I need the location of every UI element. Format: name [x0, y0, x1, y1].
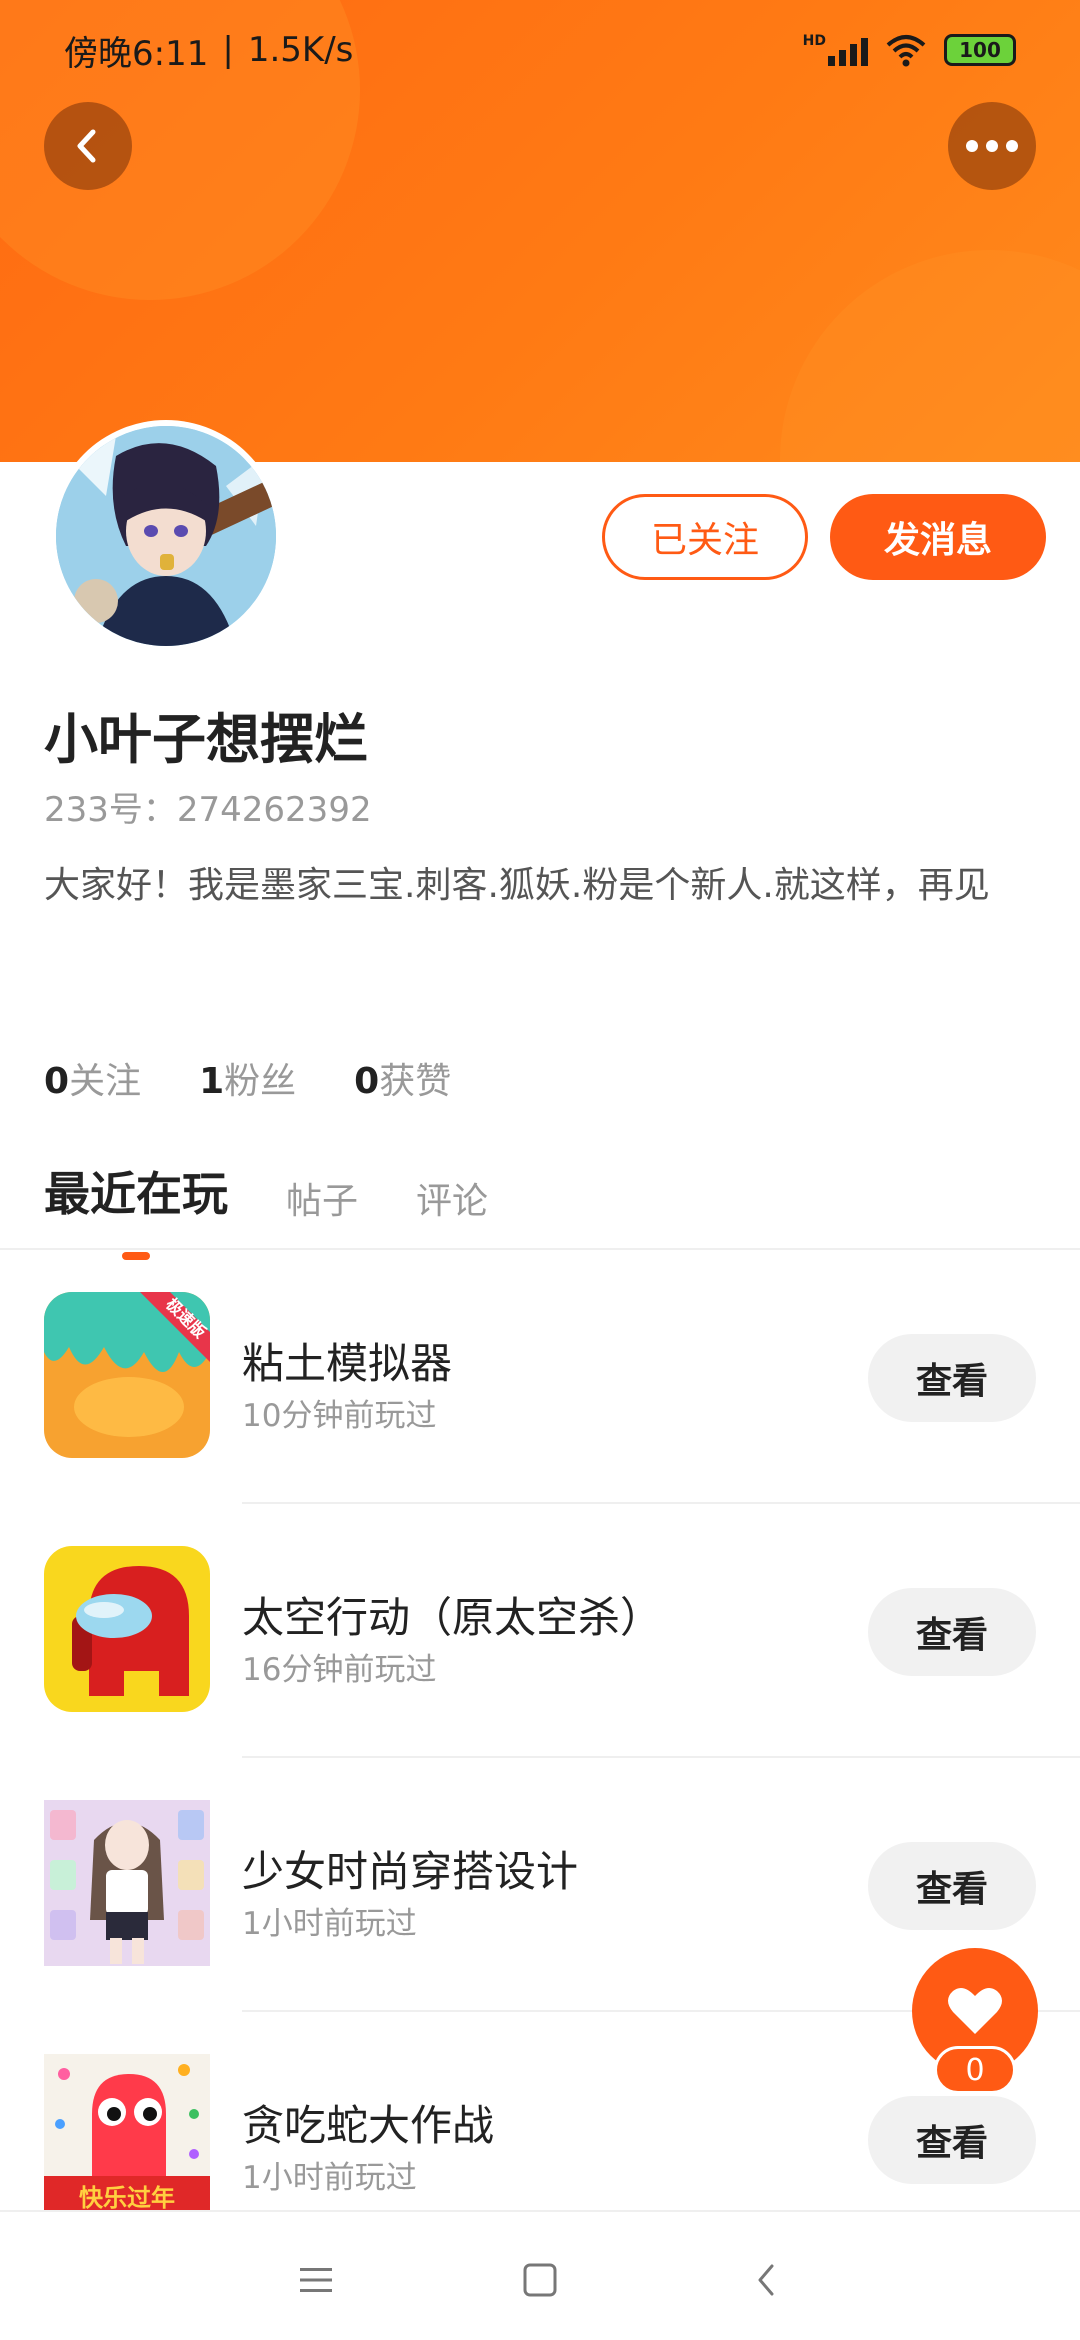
tab-bar: 最近在玩 帖子 评论	[44, 1158, 488, 1260]
send-message-button[interactable]: 发消息	[830, 494, 1046, 580]
stat-value: 0	[44, 1061, 70, 1102]
user-id: 233号：274262392	[44, 790, 372, 830]
back-triangle-icon	[758, 2264, 774, 2296]
followed-button[interactable]: 已关注	[602, 494, 808, 580]
status-bar: 傍晚6:11 | 1.5K/s HD 100	[0, 0, 1080, 100]
more-dots-icon	[966, 140, 1018, 152]
avatar-image	[56, 426, 276, 646]
avatar[interactable]	[50, 420, 282, 652]
menu-button[interactable]	[286, 2250, 346, 2310]
tab-label: 评论	[416, 1181, 489, 1222]
game-title: 贪吃蛇大作战	[242, 2101, 495, 2150]
game-last-played: 1小时前玩过	[242, 1906, 417, 1942]
heart-icon	[948, 1987, 1002, 2034]
game-last-played: 10分钟前玩过	[242, 1398, 437, 1434]
stat-label: 获赞	[379, 1061, 452, 1102]
wifi-icon	[886, 35, 926, 67]
network-type: HD	[802, 33, 826, 49]
chevron-left-icon	[77, 129, 96, 163]
game-icon-snake-battle: 快乐过年	[44, 2054, 210, 2210]
list-item[interactable]: 太空行动（原太空杀） 16分钟前玩过 查看	[0, 1504, 1080, 1758]
view-button[interactable]: 查看	[868, 2096, 1036, 2184]
stat-value: 0	[354, 1061, 380, 1102]
status-left: 傍晚6:11 | 1.5K/s	[64, 26, 353, 75]
status-separator: |	[222, 30, 234, 70]
like-count-badge: 0	[934, 2046, 1016, 2094]
menu-icon	[300, 2268, 332, 2292]
list-item[interactable]: 极速版 粘土模拟器 10分钟前玩过 查看	[0, 1250, 1080, 1504]
view-button[interactable]: 查看	[868, 1842, 1036, 1930]
game-icon-fashion-dressup	[44, 1800, 210, 1966]
game-banner-text: 快乐过年	[79, 2184, 175, 2210]
stat-likes[interactable]: 0获赞	[354, 1052, 451, 1104]
stat-label: 粉丝	[224, 1061, 297, 1102]
bio: 大家好！我是墨家三宝.刺客.狐妖.粉是个新人.就这样，再见	[44, 865, 990, 906]
nickname: 小叶子想摆烂	[44, 708, 368, 771]
battery-level: 100	[959, 38, 1001, 62]
stat-value: 1	[199, 1061, 225, 1102]
tab-recently-played[interactable]: 最近在玩	[44, 1158, 228, 1260]
view-button[interactable]: 查看	[868, 1334, 1036, 1422]
game-icon-clay-simulator: 极速版	[44, 1292, 210, 1458]
stat-following[interactable]: 0关注	[44, 1052, 141, 1104]
system-back-button[interactable]	[736, 2250, 796, 2310]
game-title: 太空行动（原太空杀）	[242, 1593, 663, 1642]
tab-posts[interactable]: 帖子	[286, 1172, 358, 1224]
back-button[interactable]	[44, 102, 132, 190]
home-square-icon	[523, 2263, 557, 2297]
stats: 0关注 1粉丝 0获赞	[44, 1052, 451, 1104]
signal-icon: HD	[803, 34, 868, 66]
status-right: HD 100	[803, 33, 1016, 67]
game-icon-space-action	[44, 1546, 210, 1712]
game-last-played: 1小时前玩过	[242, 2160, 417, 2196]
banner-decoration	[780, 250, 1080, 462]
list-item[interactable]: 少女时尚穿搭设计 1小时前玩过 查看	[0, 1758, 1080, 2012]
game-title: 少女时尚穿搭设计	[242, 1847, 579, 1896]
recent-games-list: 极速版 粘土模拟器 10分钟前玩过 查看 太空行动（原太空杀） 16分钟前玩过 …	[0, 1250, 1080, 2266]
stat-fans[interactable]: 1粉丝	[199, 1052, 296, 1104]
view-button[interactable]: 查看	[868, 1588, 1036, 1676]
battery-icon: 100	[944, 34, 1016, 66]
more-button[interactable]	[948, 102, 1036, 190]
home-button[interactable]	[510, 2250, 570, 2310]
game-last-played: 16分钟前玩过	[242, 1652, 437, 1688]
tab-label: 最近在玩	[44, 1167, 228, 1221]
status-net-speed: 1.5K/s	[247, 30, 354, 70]
tab-label: 帖子	[286, 1181, 359, 1222]
game-title: 粘土模拟器	[242, 1339, 453, 1388]
tab-comments[interactable]: 评论	[416, 1172, 488, 1224]
status-time: 傍晚6:11	[64, 33, 209, 74]
system-nav-bar	[0, 2210, 1080, 2340]
stat-label: 关注	[69, 1061, 142, 1102]
